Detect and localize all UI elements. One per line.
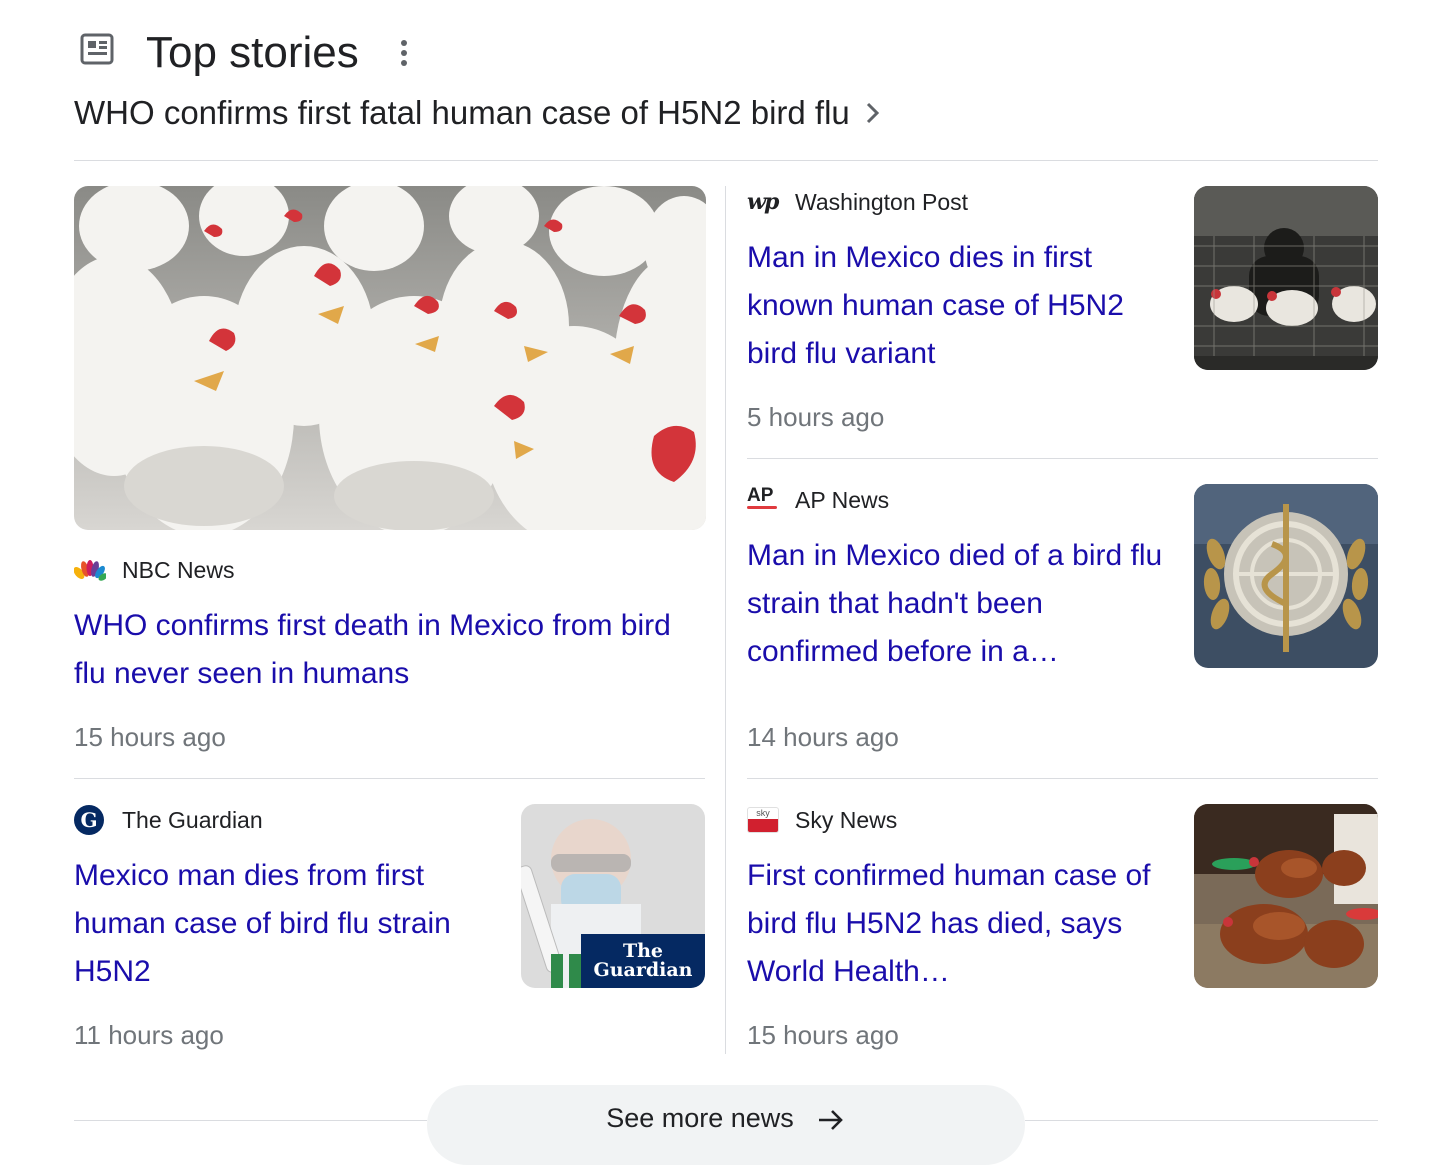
column-divider [725,186,726,1054]
thumb-logo-line-2: Guardian [594,959,693,981]
arrow-right-icon [818,1110,843,1130]
newspaper-icon [80,33,114,65]
source-ap-news[interactable]: AP AP News [747,485,889,515]
story-headline[interactable]: Mexico man dies from first human case of… [74,852,494,996]
source-nbc[interactable]: NBC News [74,555,234,585]
source-name: AP News [795,486,890,513]
featured-story-image[interactable] [74,186,706,530]
washington-post-logo-icon: wp [747,188,779,216]
see-more-label: See more news [606,1103,794,1133]
source-sky-news[interactable]: sky Sky News [747,805,897,835]
source-name: Sky News [795,806,898,833]
story-thumbnail[interactable] [1194,186,1378,370]
lab-tube-image: The Guardian [521,804,705,988]
footer-divider-left [74,1120,427,1121]
guardian-logo-icon: G [74,805,106,835]
logo-text: AP [747,485,774,506]
story-timestamp: 5 hours ago [747,402,885,432]
source-the-guardian[interactable]: G The Guardian [74,805,263,835]
story-timestamp: 15 hours ago [747,1020,899,1050]
story-thumbnail[interactable] [1194,484,1378,668]
chevron-right-icon [866,102,879,124]
topic-title: WHO confirms first fatal human case of H… [74,94,850,131]
story-headline[interactable]: Man in Mexico dies in first known human … [747,234,1167,378]
story-timestamp: 15 hours ago [74,722,226,752]
logo-text: G [80,808,98,832]
chickens-image [74,186,706,530]
footer-divider-right [1025,1120,1378,1121]
logo-text: wp [747,189,779,215]
story-headline[interactable]: Man in Mexico died of a bird flu strain … [747,532,1167,676]
row-divider [74,778,705,779]
who-emblem-image [1194,484,1378,668]
story-headline[interactable]: First confirmed human case of bird flu H… [747,852,1167,996]
story-headline[interactable]: WHO confirms first death in Mexico from … [74,602,674,698]
module-title: Top stories [146,28,359,77]
source-name: Washington Post [795,188,969,215]
caged-chickens-image [1194,186,1378,370]
story-timestamp: 14 hours ago [747,722,899,752]
module-header: Top stories [74,28,674,78]
see-more-news-button[interactable]: See more news [427,1085,1025,1165]
header-divider [74,160,1378,161]
ap-logo-icon: AP [747,486,779,514]
source-name: The Guardian [122,806,263,833]
story-thumbnail[interactable]: The Guardian [521,804,705,988]
source-washington-post[interactable]: wp Washington Post [747,187,968,217]
row-divider [747,458,1378,459]
logo-text: sky [756,808,770,818]
sky-news-logo-icon: sky [747,806,779,834]
story-timestamp: 11 hours ago [74,1020,224,1050]
row-divider [747,778,1378,779]
story-thumbnail[interactable] [1194,804,1378,988]
nbc-peacock-icon [74,556,106,584]
source-name: NBC News [122,556,235,583]
more-options-icon[interactable] [392,38,416,68]
brown-hens-image [1194,804,1378,988]
topic-link[interactable]: WHO confirms first fatal human case of H… [74,92,882,134]
top-stories-module: Top stories WHO confirms first fatal hum… [74,0,1378,1165]
